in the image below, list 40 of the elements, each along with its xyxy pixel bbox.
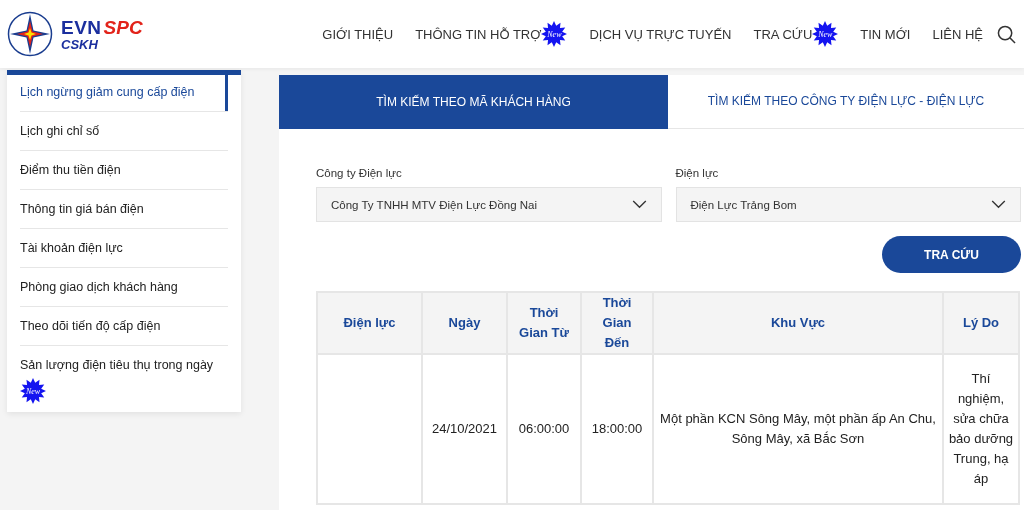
chevron-down-icon — [991, 200, 1006, 209]
logo-subtitle: CSKH — [61, 37, 99, 51]
dropdown-field[interactable]: Điện Lực Trảng Bom — [675, 187, 1021, 222]
sidebar-item[interactable]: Lịch ghi chỉ số — [20, 112, 228, 150]
nav-link[interactable]: TRA CỨU — [753, 26, 813, 42]
nav-link[interactable]: GIỚI THIỆU — [322, 26, 394, 42]
table-cell: Thí nghiệm, sửa chữa bảo dưỡng Trung, hạ áp — [943, 354, 1019, 504]
tab[interactable]: TÌM KIẾM THEO MÃ KHÁCH HÀNG — [279, 75, 668, 129]
sidebar-item[interactable]: Điểm thu tiền điện — [20, 151, 228, 189]
search-icon[interactable] — [997, 24, 1016, 44]
search-button[interactable]: TRA CỨU — [882, 236, 1021, 273]
logo-brand: EVN — [61, 17, 102, 37]
sidebar-item[interactable]: Lịch ngừng giảm cung cấp điện — [20, 75, 228, 111]
logo-brand-accent: SPC — [103, 17, 143, 37]
new-badge: New — [541, 21, 568, 47]
table-cell: Một phần KCN Sông Mây, một phần ấp An Chu, Sông Mây, xã Bắc Sơn — [653, 354, 943, 504]
new-badge: New — [812, 21, 839, 47]
nav-link[interactable]: LIÊN HỆ — [932, 26, 983, 42]
column-header: Điện lực — [317, 292, 422, 354]
dropdown-field[interactable]: Công Ty TNHH MTV Điện Lực Đồng Nai — [316, 187, 662, 222]
field-label: Điện lực — [675, 167, 720, 179]
sidebar-item[interactable]: Theo dõi tiến độ cấp điện — [20, 307, 228, 345]
table-cell: 18:00:00 — [581, 354, 653, 504]
sidebar-item[interactable]: Phòng giao dịch khách hàng — [20, 268, 228, 306]
nav-link[interactable]: THÔNG TIN HỖ TRỢ — [415, 26, 542, 42]
sidebar-item[interactable]: Tài khoản điện lực — [20, 229, 228, 267]
nav-link[interactable]: TIN MỚI — [860, 26, 911, 42]
field-label: Công ty Điện lực — [316, 167, 403, 179]
column-header: Thời Gian Đến — [581, 292, 653, 354]
logo-icon — [7, 11, 53, 57]
nav-link[interactable]: DỊCH VỤ TRỰC TUYẾN — [589, 26, 732, 42]
table-cell: 06:00:00 — [507, 354, 581, 504]
table-cell: 24/10/2021 — [422, 354, 507, 504]
column-header: Lý Do — [943, 292, 1019, 354]
column-header: Thời Gian Từ — [507, 292, 581, 354]
column-header: Khu Vực — [653, 292, 943, 354]
chevron-down-icon — [631, 200, 647, 209]
new-badge: New — [20, 378, 46, 404]
column-header: Ngày — [422, 292, 507, 354]
sidebar-item[interactable]: Thông tin giá bán điện — [20, 190, 228, 228]
